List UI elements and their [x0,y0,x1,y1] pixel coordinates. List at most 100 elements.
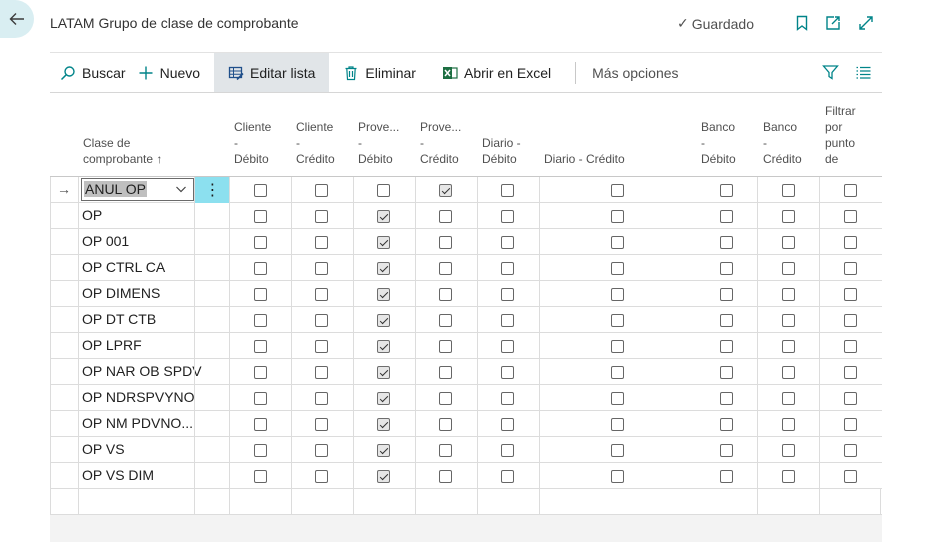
row-checkbox-prov-debito[interactable] [377,236,390,249]
edit-list-button[interactable]: Editar lista [214,53,330,92]
search-button[interactable]: Buscar [50,53,136,92]
bookmark-icon[interactable] [793,14,811,32]
row-checkbox-diario-credito[interactable] [611,444,624,457]
table-row[interactable]: OP DT CTB [50,307,882,333]
row-checkbox-prov-debito[interactable] [377,418,390,431]
row-checkbox-cliente-credito[interactable] [315,340,328,353]
column-header-filtrar[interactable]: Filtrar por punto de [825,103,856,167]
row-checkbox-filtrar[interactable] [844,288,857,301]
row-checkbox-diario-debito[interactable] [501,340,514,353]
code-link[interactable]: OP NM PDVNO... [82,415,193,431]
delete-button[interactable]: Eliminar [329,53,426,92]
row-checkbox-diario-debito[interactable] [501,184,514,197]
row-checkbox-prov-credito[interactable] [439,418,452,431]
row-checkbox-diario-credito[interactable] [611,340,624,353]
more-options-button[interactable]: Más opciones [588,65,682,81]
table-row[interactable]: OP LPRF [50,333,882,359]
row-checkbox-filtrar[interactable] [844,444,857,457]
row-checkbox-banco-credito[interactable] [782,262,795,275]
column-header-prov-credito[interactable]: Prove... - Crédito [420,119,461,167]
row-checkbox-diario-debito[interactable] [501,262,514,275]
table-row[interactable]: OP CTRL CA [50,255,882,281]
table-row[interactable]: OP NDRSPVYNO [50,385,882,411]
row-checkbox-banco-credito[interactable] [782,418,795,431]
row-checkbox-cliente-credito[interactable] [315,262,328,275]
row-checkbox-diario-credito[interactable] [611,392,624,405]
row-checkbox-cliente-debito[interactable] [254,470,267,483]
code-link[interactable]: OP LPRF [82,337,142,353]
table-row[interactable]: OP 001 [50,229,882,255]
code-link[interactable]: OP [82,207,102,223]
row-checkbox-prov-debito[interactable] [377,444,390,457]
filter-icon[interactable] [822,64,839,81]
row-checkbox-filtrar[interactable] [844,366,857,379]
row-checkbox-banco-debito[interactable] [720,366,733,379]
row-checkbox-cliente-credito[interactable] [315,210,328,223]
row-checkbox-banco-debito[interactable] [720,470,733,483]
row-checkbox-banco-credito[interactable] [782,366,795,379]
code-link[interactable]: OP DT CTB [82,311,156,327]
row-checkbox-cliente-credito[interactable] [315,366,328,379]
column-header-banco-credito[interactable]: Banco - Crédito [763,119,802,167]
row-checkbox-diario-debito[interactable] [501,366,514,379]
row-checkbox-banco-debito[interactable] [720,184,733,197]
row-checkbox-prov-credito[interactable] [439,444,452,457]
empty-new-row[interactable] [50,489,882,515]
row-checkbox-cliente-debito[interactable] [254,236,267,249]
row-checkbox-diario-credito[interactable] [611,184,624,197]
row-checkbox-cliente-credito[interactable] [315,470,328,483]
table-row[interactable]: OP VS [50,437,882,463]
row-checkbox-filtrar[interactable] [844,392,857,405]
row-checkbox-banco-debito[interactable] [720,340,733,353]
row-checkbox-banco-debito[interactable] [720,444,733,457]
row-checkbox-diario-credito[interactable] [611,236,624,249]
row-checkbox-banco-credito[interactable] [782,340,795,353]
table-row[interactable]: OP [50,203,882,229]
column-header-prov-debito[interactable]: Prove... - Débito [358,119,399,167]
row-checkbox-diario-debito[interactable] [501,418,514,431]
row-checkbox-filtrar[interactable] [844,262,857,275]
code-link[interactable]: OP NAR OB SPDV [82,363,202,379]
table-row[interactable]: OP DIMENS [50,281,882,307]
row-checkbox-filtrar[interactable] [844,418,857,431]
row-checkbox-cliente-credito[interactable] [315,288,328,301]
code-link[interactable]: OP VS DIM [82,467,154,483]
row-checkbox-banco-credito[interactable] [782,288,795,301]
row-checkbox-banco-credito[interactable] [782,444,795,457]
row-checkbox-banco-debito[interactable] [720,288,733,301]
table-row[interactable]: OP NAR OB SPDV [50,359,882,385]
row-checkbox-prov-credito[interactable] [439,236,452,249]
row-checkbox-cliente-debito[interactable] [254,340,267,353]
row-checkbox-filtrar[interactable] [844,340,857,353]
row-checkbox-banco-debito[interactable] [720,262,733,275]
row-checkbox-cliente-credito[interactable] [315,444,328,457]
row-checkbox-prov-debito[interactable] [377,184,390,197]
row-checkbox-diario-debito[interactable] [501,392,514,405]
row-checkbox-prov-debito[interactable] [377,314,390,327]
code-link[interactable]: OP 001 [82,233,129,249]
column-header-diario-debito[interactable]: Diario - Débito [482,135,521,167]
row-checkbox-prov-debito[interactable] [377,210,390,223]
code-link[interactable]: OP CTRL CA [82,259,165,275]
row-checkbox-cliente-credito[interactable] [315,418,328,431]
row-checkbox-filtrar[interactable] [844,184,857,197]
row-checkbox-prov-credito[interactable] [439,366,452,379]
row-checkbox-filtrar[interactable] [844,470,857,483]
row-checkbox-diario-credito[interactable] [611,418,624,431]
row-checkbox-prov-credito[interactable] [439,184,452,197]
row-checkbox-diario-debito[interactable] [501,288,514,301]
table-row[interactable]: OP VS DIM [50,463,882,489]
row-checkbox-banco-debito[interactable] [720,392,733,405]
new-button[interactable]: Nuevo [136,53,210,92]
column-header-diario-credito[interactable]: Diario - Crédito [544,151,625,167]
row-checkbox-cliente-debito[interactable] [254,392,267,405]
code-select-field[interactable]: ANUL OP [81,178,194,201]
row-checkbox-prov-debito[interactable] [377,262,390,275]
row-checkbox-prov-credito[interactable] [439,210,452,223]
row-checkbox-cliente-debito[interactable] [254,262,267,275]
row-checkbox-prov-credito[interactable] [439,262,452,275]
row-checkbox-diario-debito[interactable] [501,470,514,483]
row-checkbox-prov-credito[interactable] [439,392,452,405]
row-checkbox-banco-credito[interactable] [782,236,795,249]
row-checkbox-prov-debito[interactable] [377,470,390,483]
